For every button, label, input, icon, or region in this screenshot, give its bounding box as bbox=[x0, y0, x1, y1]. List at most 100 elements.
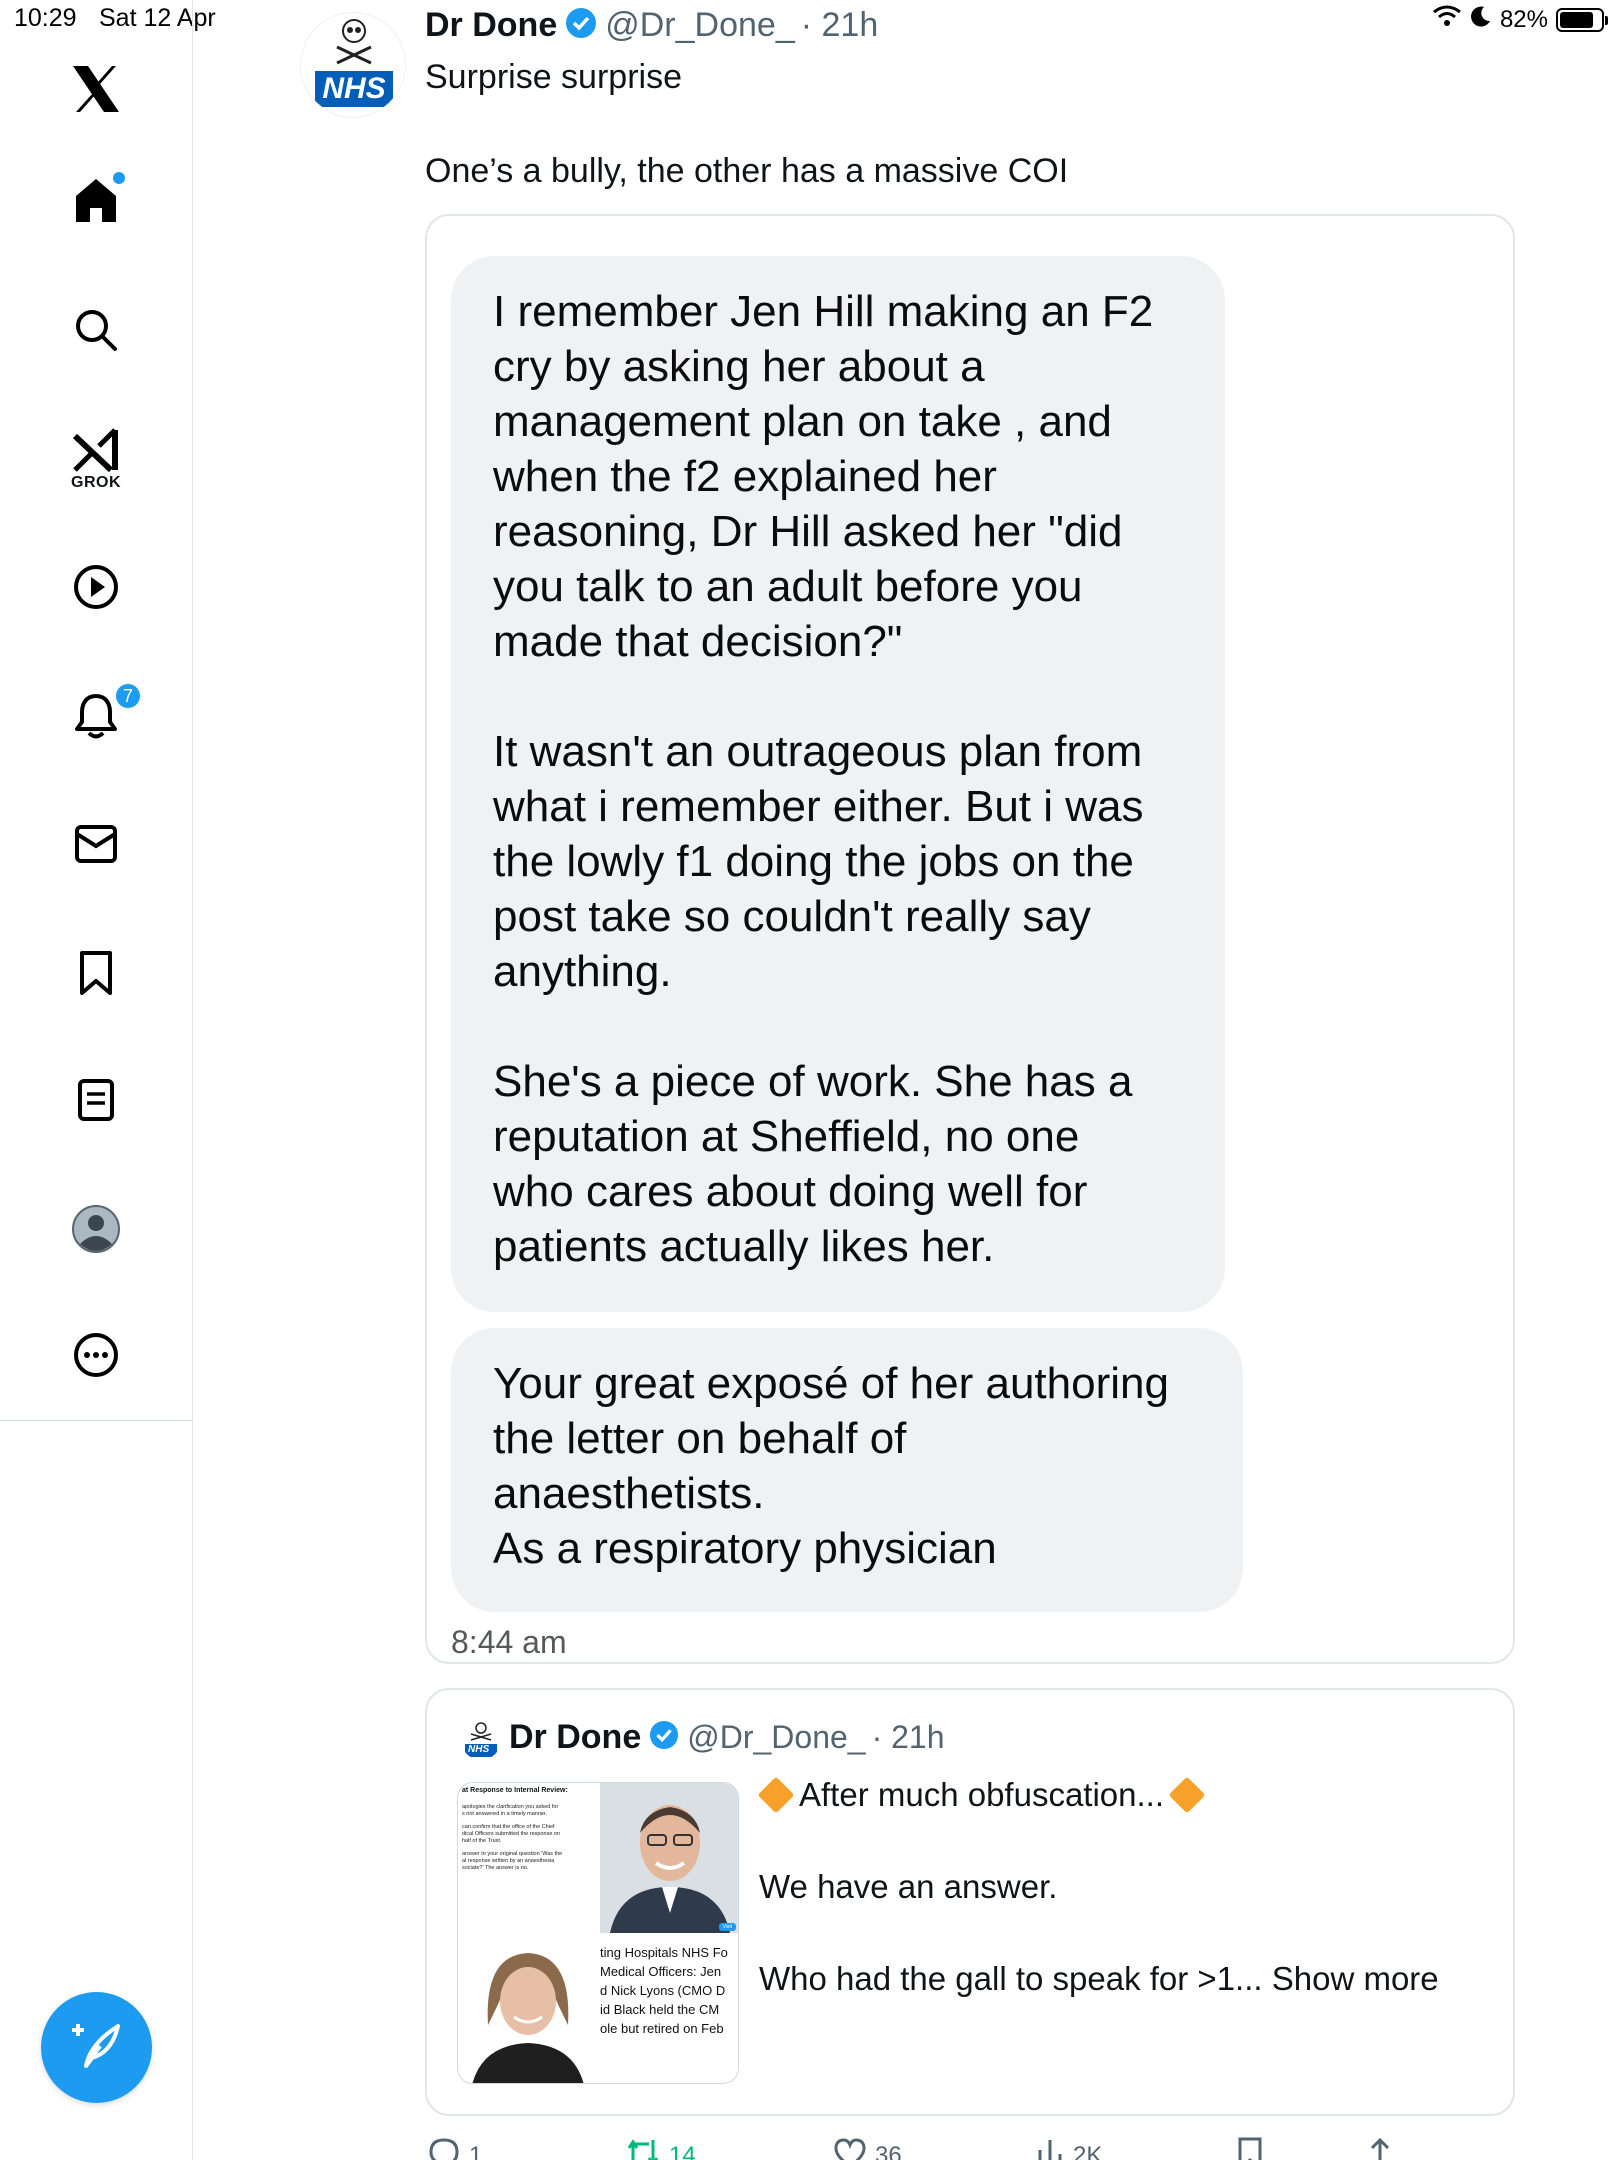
message-line: Your great exposé of her authoring bbox=[493, 1359, 1169, 1408]
message-time: 8:44 am bbox=[451, 1624, 567, 1660]
grok-label: GROK bbox=[71, 474, 121, 491]
skull-icon bbox=[333, 17, 375, 72]
repost-icon bbox=[625, 2136, 661, 2160]
caption-line: ting Hospitals NHS Fo bbox=[600, 1945, 728, 1960]
compose-icon bbox=[70, 2018, 124, 2077]
caption-line: ole but retired on Feb bbox=[600, 2021, 724, 2036]
repost-count: 14 bbox=[669, 2142, 696, 2160]
author-avatar[interactable]: NHS bbox=[300, 12, 406, 118]
x-logo-icon[interactable] bbox=[70, 64, 122, 114]
nhs-logo: NHS bbox=[315, 71, 393, 107]
woman-photo bbox=[458, 1935, 598, 2083]
orange-diamond-icon bbox=[757, 1776, 795, 1814]
quote-nhs-label: NHS bbox=[468, 1744, 490, 1755]
battery-icon bbox=[1556, 7, 1608, 32]
message-line: what i remember either. But i was bbox=[493, 782, 1144, 831]
message-line: reasoning, Dr Hill asked her "did bbox=[493, 507, 1123, 556]
visit-badge: Visit bbox=[718, 1923, 736, 1931]
moon-icon bbox=[1470, 5, 1492, 34]
tweet-text-line2: One’s a bully, the other has a massive C… bbox=[425, 152, 1069, 190]
doc-lines: apologies the clarification you asked fo… bbox=[462, 1804, 594, 1872]
tweet-header: Dr Done @Dr_Done_ · 21h bbox=[425, 6, 878, 45]
caption-line: d Nick Lyons (CMO D bbox=[600, 1983, 726, 1998]
share-button[interactable] bbox=[1365, 2136, 1395, 2160]
document-thumbnail: at Response to Internal Review: apologie… bbox=[458, 1783, 598, 1933]
reply-count: 1 bbox=[469, 2142, 483, 2160]
mail-icon[interactable] bbox=[74, 824, 118, 864]
bell-icon[interactable]: 7 bbox=[74, 682, 142, 740]
more-icon[interactable] bbox=[73, 1332, 119, 1378]
doc-line: sociate?' The answer is no. bbox=[462, 1865, 529, 1871]
notification-badge: 7 bbox=[114, 682, 142, 710]
tweet-action-bar: 1 14 36 2K bbox=[425, 2136, 1515, 2160]
like-count: 36 bbox=[875, 2142, 902, 2160]
quote-author-name: Dr Done bbox=[509, 1718, 642, 1756]
message-line: anaesthetists. bbox=[493, 1469, 765, 1518]
message-line: anything. bbox=[493, 947, 672, 996]
doc-line: dical Officers submitted the response on bbox=[462, 1831, 561, 1837]
message-line: made that decision?" bbox=[493, 617, 903, 666]
quote-author-handle: @Dr_Done_ bbox=[687, 1719, 866, 1755]
quote-text-line2: We have an answer. bbox=[759, 1868, 1058, 1905]
message-line: reputation at Sheffield, no one bbox=[493, 1112, 1080, 1161]
verified-badge-icon bbox=[649, 1720, 679, 1755]
author-name[interactable]: Dr Done bbox=[425, 6, 557, 45]
like-button[interactable]: 36 bbox=[833, 2136, 902, 2160]
tweet-image[interactable]: I remember Jen Hill making an F2 cry by a… bbox=[425, 214, 1515, 1664]
message-line: I remember Jen Hill making an F2 bbox=[493, 287, 1154, 336]
sidebar: GROK 7 bbox=[0, 0, 193, 2160]
compose-button[interactable] bbox=[41, 1992, 152, 2103]
home-unread-dot bbox=[113, 172, 125, 184]
quote-text-line1: After much obfuscation... bbox=[757, 1776, 1206, 1814]
profile-icon[interactable] bbox=[71, 1204, 121, 1254]
man-photo: Visit bbox=[600, 1783, 738, 1933]
repost-button[interactable]: 14 bbox=[625, 2136, 696, 2160]
doc-title: at Response to Internal Review: bbox=[462, 1787, 568, 1794]
verified-badge-icon bbox=[565, 7, 597, 44]
quote-image-collage[interactable]: at Response to Internal Review: apologie… bbox=[457, 1782, 739, 2084]
reply-button[interactable]: 1 bbox=[427, 2136, 482, 2160]
message-line: you talk to an adult before you bbox=[493, 562, 1083, 611]
quote-text-line3-label: Who had the gall to speak for >1... bbox=[759, 1960, 1263, 1997]
bookmark-button[interactable] bbox=[1237, 2136, 1263, 2160]
show-more-link[interactable]: Show more bbox=[1272, 1960, 1439, 1997]
message-paragraph: It wasn't an outrageous plan from what i … bbox=[493, 724, 1183, 999]
battery-percent: 82% bbox=[1499, 5, 1548, 33]
doc-line: answer to your original question 'Was th… bbox=[462, 1851, 563, 1857]
caption-line: Medical Officers: Jen bbox=[600, 1964, 722, 1979]
message-bubble: I remember Jen Hill making an F2 cry by a… bbox=[451, 256, 1225, 1312]
home-icon[interactable] bbox=[73, 172, 125, 224]
tweet-time[interactable]: · 21h bbox=[801, 6, 879, 45]
bookmark-icon[interactable] bbox=[78, 950, 114, 996]
message-paragraph: She's a piece of work. She has a reputati… bbox=[493, 1054, 1183, 1274]
message-line: the lowly f1 doing the jobs on the bbox=[493, 837, 1134, 886]
lists-icon[interactable] bbox=[77, 1078, 115, 1122]
quote-text-line3: Who had the gall to speak for >1... Show… bbox=[759, 1960, 1439, 1998]
tweet-text-line1: Surprise surprise bbox=[425, 58, 682, 96]
message-paragraph: Your great exposé of her authoring the le… bbox=[493, 1356, 1201, 1576]
caption-thumbnail: ting Hospitals NHS Fo Medical Officers: J… bbox=[600, 1943, 738, 2083]
message-line: patients actually likes her. bbox=[493, 1222, 995, 1271]
share-icon bbox=[1365, 2136, 1395, 2160]
doc-line: apologies the clarification you asked fo… bbox=[462, 1804, 559, 1810]
caption-line: id Black held the CM bbox=[600, 2002, 720, 2017]
message-bubble: Your great exposé of her authoring the le… bbox=[451, 1328, 1243, 1612]
message-line: who cares about doing well for bbox=[493, 1167, 1088, 1216]
author-handle[interactable]: @Dr_Done_ bbox=[605, 6, 795, 45]
quote-header: Dr Done @Dr_Done_ · 21h bbox=[509, 1718, 945, 1757]
views-button[interactable]: 2K bbox=[1035, 2136, 1102, 2160]
video-icon[interactable] bbox=[73, 564, 119, 610]
orange-diamond-icon bbox=[1168, 1776, 1206, 1814]
views-count: 2K bbox=[1073, 2142, 1103, 2160]
doc-line: can confirm that the office of the Chief bbox=[462, 1824, 555, 1830]
message-line: cry by asking her about a bbox=[493, 342, 985, 391]
grok-icon[interactable]: GROK bbox=[71, 428, 121, 492]
quote-tweet[interactable]: NHS Dr Done @Dr_Done_ · 21h at Response … bbox=[425, 1688, 1515, 2116]
doc-line: s not answered in a timely manner. bbox=[462, 1811, 547, 1817]
search-icon[interactable] bbox=[74, 308, 118, 352]
message-line: the letter on behalf of bbox=[493, 1414, 907, 1463]
message-line: As a respiratory physician bbox=[493, 1524, 997, 1573]
wifi-icon bbox=[1432, 4, 1462, 35]
message-line: It wasn't an outrageous plan from bbox=[493, 727, 1143, 776]
views-icon bbox=[1035, 2136, 1065, 2160]
